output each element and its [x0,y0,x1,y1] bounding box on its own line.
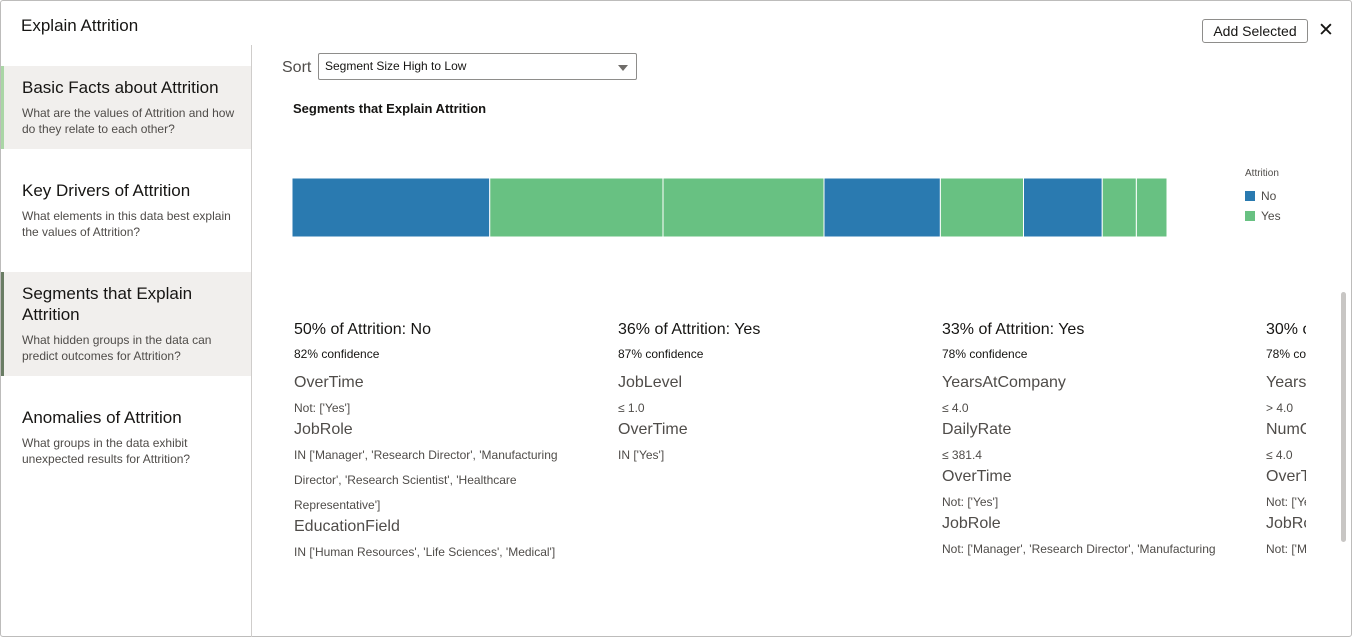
sidebar-item-key-drivers[interactable]: Key Drivers of Attrition What elements i… [1,169,251,252]
criterion-name: JobLevel [618,374,683,391]
segment-bar-6[interactable] [1023,178,1103,237]
segment-confidence: 78% confidence [1266,347,1306,361]
segment-cards: 50% of Attrition: No 82% confidence OverTi… [294,316,1306,606]
selection-accent [1,66,4,149]
sidebar-item-segments[interactable]: Segments that Explain Attrition What hid… [1,272,251,376]
sidebar-item-title: Key Drivers of Attrition [22,181,191,200]
segment-bar-2[interactable] [489,178,664,237]
segment-bar-1[interactable] [292,178,491,237]
segment-bar-3[interactable] [662,178,825,237]
criterion-value: ≤ 4.0 [942,401,969,415]
legend-item-yes[interactable]: Yes [1245,209,1281,223]
segment-headline: 30% of Attrition: Yes [1266,321,1306,338]
criterion-name: OverTime [1266,468,1306,485]
sidebar-item-desc: What groups in the data exhibit unexpect… [22,436,191,466]
dialog-title: Explain Attrition [21,16,139,35]
sidebar-item-title: Segments that Explain Attrition [22,284,193,324]
segment-criteria: JobLevel ≤ 1.0 OverTime IN ['Yes'] [618,374,918,468]
vertical-scrollbar[interactable] [1341,292,1346,542]
chart-title: Segments that Explain Attrition [293,101,487,116]
segment-bar-4[interactable] [823,178,941,237]
sidebar-item-anomalies[interactable]: Anomalies of Attrition What groups in th… [1,396,251,479]
close-icon[interactable]: ✕ [1317,21,1335,41]
criterion-name: JobRole [942,515,1001,532]
criterion-value: IN ['Human Resources', 'Life Sciences', … [294,545,556,559]
criterion-name: OverTime [618,421,688,438]
segment-bar-8[interactable] [1135,178,1167,237]
legend-swatch-yes [1245,211,1255,221]
criterion-value: Not: ['Manager', 'Research Director', 'M… [942,542,1216,556]
segment-card[interactable]: 30% of Attrition: Yes 78% confidence Years… [1266,316,1306,562]
criterion-name: YearsAtCompany [1266,374,1306,391]
sidebar-item-desc: What elements in this data best explain … [22,209,231,239]
sidebar-item-desc: What are the values of Attrition and how… [22,106,235,136]
segment-headline: 33% of Attrition: Yes [942,321,1085,338]
criterion-value: Not: ['Manager'] [1266,542,1306,556]
sort-selected-value: Segment Size High to Low [325,59,467,73]
sort-select[interactable]: Segment Size High to Low [318,53,637,80]
segment-criteria: OverTime Not: ['Yes'] JobRole IN ['Manager'… [294,374,594,565]
segment-card[interactable]: 36% of Attrition: Yes 87% confidence JobLe… [618,316,918,468]
legend-label-yes: Yes [1261,209,1281,223]
segment-bar-5[interactable] [939,178,1024,237]
legend-title: Attrition [1245,168,1279,179]
segment-card[interactable]: 33% of Attrition: Yes 78% confidence Years… [942,316,1242,562]
sort-label: Sort [282,59,312,76]
criterion-value: IN ['Manager', 'Research Director', 'Man… [294,448,558,512]
segment-headline: 36% of Attrition: Yes [618,321,761,338]
criterion-value: Not: ['Yes'] [942,495,999,509]
criterion-value: > 4.0 [1266,401,1294,415]
criterion-value: IN ['Yes'] [618,448,665,462]
criterion-name: JobRole [1266,515,1306,532]
criterion-name: OverTime [294,374,364,391]
criterion-name: EducationField [294,518,400,535]
criterion-value: ≤ 381.4 [942,448,982,462]
sidebar-item-basic-facts[interactable]: Basic Facts about Attrition What are the… [1,66,251,149]
segment-confidence: 87% confidence [618,347,704,361]
legend-swatch-no [1245,191,1255,201]
segment-confidence: 82% confidence [294,347,380,361]
criterion-name: YearsAtCompany [942,374,1066,391]
criterion-value: ≤ 4.0 [1266,448,1293,462]
segment-criteria: YearsAtCompany ≤ 4.0 DailyRate ≤ 381.4 OverT… [942,374,1242,562]
segment-headline: 50% of Attrition: No [294,321,431,338]
sidebar-item-title: Anomalies of Attrition [22,408,182,427]
explain-dialog: Explain Attrition Add Selected ✕ Basic F… [0,0,1352,637]
criterion-name: OverTime [942,468,1012,485]
segment-card[interactable]: 50% of Attrition: No 82% confidence OverTi… [294,316,594,565]
segment-criteria: YearsAtCompany > 4.0 NumCompaniesWorked ≤ 4… [1266,374,1306,562]
chevron-down-icon [618,65,628,71]
criterion-value: Not: ['Yes'] [1266,495,1306,509]
criterion-name: DailyRate [942,421,1012,438]
segment-confidence: 78% confidence [942,347,1028,361]
selection-accent [1,272,4,376]
criterion-value: ≤ 1.0 [618,401,645,415]
criterion-name: JobRole [294,421,353,438]
sidebar-item-title: Basic Facts about Attrition [22,78,219,97]
segments-stacked-bar [292,178,1167,237]
legend-label-no: No [1261,189,1277,203]
add-selected-button[interactable]: Add Selected [1202,19,1308,43]
legend-item-no[interactable]: No [1245,189,1276,203]
sidebar-item-desc: What hidden groups in the data can predi… [22,333,212,363]
criterion-value: Not: ['Yes'] [294,401,351,415]
sidebar: Basic Facts about Attrition What are the… [1,45,252,637]
segment-bar-7[interactable] [1101,178,1137,237]
criterion-name: NumCompaniesWorked [1266,421,1306,438]
